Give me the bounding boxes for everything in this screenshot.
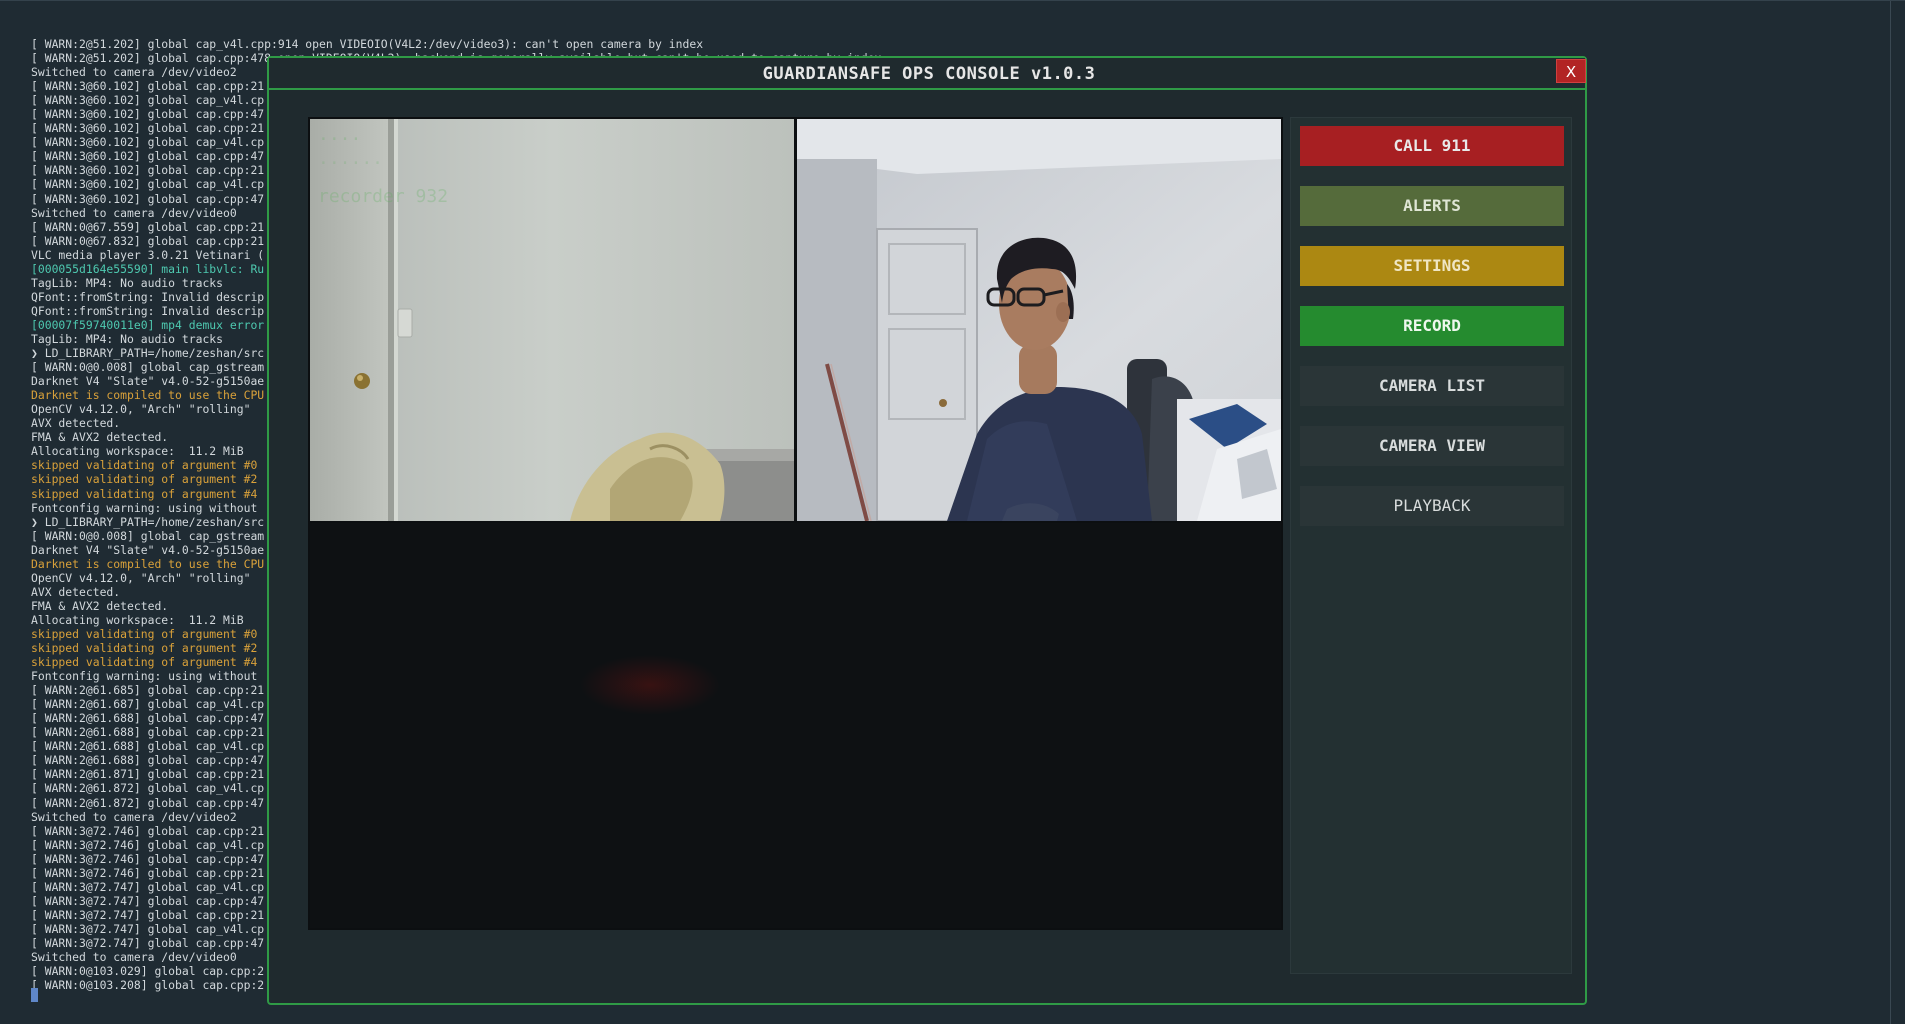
camera-view-button[interactable]: CAMERA VIEW bbox=[1300, 426, 1564, 466]
playback-button[interactable]: PLAYBACK bbox=[1300, 486, 1564, 526]
terminal-cursor bbox=[31, 988, 38, 1002]
camera-feed-1-image: ···· ······ bbox=[310, 119, 794, 521]
dialog-title: GUARDIANSAFE OPS CONSOLE v1.0.3 bbox=[762, 64, 1096, 84]
settings-button[interactable]: SETTINGS bbox=[1300, 246, 1564, 286]
terminal-line: [ WARN:2@51.202] global cap_v4l.cpp:914 … bbox=[31, 37, 704, 51]
camera-feed-1[interactable]: ···· ······ recorder 932 bbox=[310, 119, 794, 521]
record-button[interactable]: RECORD bbox=[1300, 306, 1564, 346]
alerts-button[interactable]: ALERTS bbox=[1300, 186, 1564, 226]
ops-console-dialog: GUARDIANSAFE OPS CONSOLE v1.0.3 X ···· ·… bbox=[267, 56, 1587, 1005]
camera-grid: ···· ······ recorder 932 bbox=[308, 117, 1283, 930]
control-sidebar: CALL 911 ALERTS SETTINGS RECORD CAMERA L… bbox=[1290, 117, 1572, 974]
dialog-titlebar: GUARDIANSAFE OPS CONSOLE v1.0.3 X bbox=[269, 58, 1586, 90]
camera-feed-2[interactable] bbox=[797, 119, 1281, 521]
call-911-button[interactable]: CALL 911 bbox=[1300, 126, 1564, 166]
close-button[interactable]: X bbox=[1556, 59, 1586, 83]
svg-text:······: ······ bbox=[318, 153, 383, 174]
camera-list-button[interactable]: CAMERA LIST bbox=[1300, 366, 1564, 406]
camera-feed-2-image bbox=[797, 119, 1281, 521]
empty-camera-slots bbox=[310, 523, 1281, 928]
terminal-edge bbox=[1890, 1, 1891, 1024]
svg-text:····: ···· bbox=[318, 129, 361, 150]
camera-feed-1-overlay: recorder 932 bbox=[318, 186, 449, 207]
